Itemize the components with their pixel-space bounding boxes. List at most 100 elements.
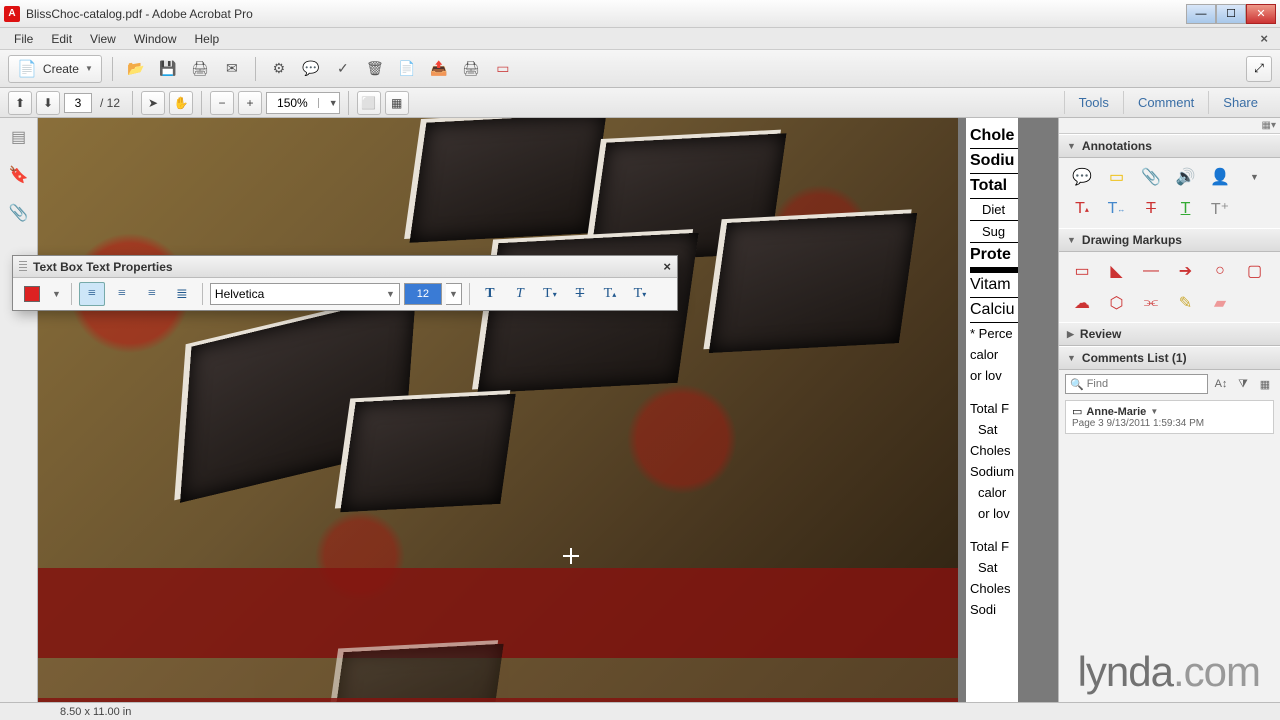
page-down-button[interactable]: ⬇ (36, 91, 60, 115)
nutrition-footnote: or lov (970, 503, 1018, 524)
underline-button[interactable]: T▾ (537, 282, 563, 306)
print-button[interactable]: 🖨 (187, 56, 213, 82)
line-tool[interactable]: — (1138, 260, 1164, 282)
annotations-header[interactable]: ▼ Annotations (1059, 134, 1280, 158)
form-button[interactable]: ▭ (490, 56, 516, 82)
align-justify-button[interactable]: ≣ (169, 282, 195, 306)
align-left-button[interactable]: ≡ (79, 282, 105, 306)
sticky-note-tool[interactable]: 💬 (1069, 166, 1095, 188)
page-up-button[interactable]: ⬆ (8, 91, 32, 115)
extract-button[interactable]: 📤 (426, 56, 452, 82)
attachments-panel-icon[interactable]: 📎 (8, 202, 30, 224)
stamp-tool[interactable]: 👤 (1207, 166, 1233, 188)
open-button[interactable]: 📂 (123, 56, 149, 82)
options-button[interactable]: ▦ (1256, 375, 1274, 393)
italic-button[interactable]: T (507, 282, 533, 306)
document-viewport[interactable]: Chole Sodiu Total Diet Sug Prote Vitam C… (38, 118, 1058, 702)
delete-page-button[interactable]: 🗑 (362, 56, 388, 82)
menu-edit[interactable]: Edit (43, 30, 80, 48)
expand-toolbar-button[interactable]: ⤢ (1246, 56, 1272, 82)
textbox-tool[interactable]: ▭ (1069, 260, 1095, 282)
cloud-tool[interactable]: ☁ (1069, 292, 1095, 314)
comment-link[interactable]: Comment (1123, 91, 1208, 114)
subscript-button[interactable]: T▾ (627, 282, 653, 306)
connected-lines-tool[interactable]: ⫘ (1138, 292, 1164, 314)
print-production-button[interactable]: 🖨 (458, 56, 484, 82)
zoom-select[interactable]: 150% ▼ (266, 92, 340, 114)
stamp-dropdown[interactable]: ▼ (1242, 166, 1268, 188)
comments-list-header[interactable]: ▼ Comments List (1) (1059, 346, 1280, 370)
stamp-button[interactable]: ✓ (330, 56, 356, 82)
filter-button[interactable]: ⧩ (1234, 375, 1252, 393)
zoom-in-button[interactable]: + (238, 91, 262, 115)
align-right-button[interactable]: ≡ (139, 282, 165, 306)
superscript-button[interactable]: T▴ (597, 282, 623, 306)
textbox-properties-title: Text Box Text Properties (33, 260, 173, 274)
nutrition-row: Total (970, 174, 1018, 199)
arrow-tool[interactable]: ➔ (1173, 260, 1199, 282)
minimize-button[interactable]: — (1186, 4, 1216, 24)
panel-options[interactable]: ▦▾ (1059, 118, 1280, 134)
share-link[interactable]: Share (1208, 91, 1272, 114)
chevron-down-icon: ▼ (1150, 407, 1158, 416)
replace-text-tool[interactable]: T↔ (1104, 198, 1130, 220)
save-button[interactable]: 💾 (155, 56, 181, 82)
find-input[interactable] (1087, 378, 1203, 390)
textbox-properties-panel[interactable]: Text Box Text Properties × ▼ ≡ ≡ ≡ ≣ Hel… (12, 255, 678, 311)
close-button[interactable]: ✕ (1246, 4, 1276, 24)
highlight-tool[interactable]: ▭ (1104, 166, 1130, 188)
strikethrough-button[interactable]: T (567, 282, 593, 306)
callout-tool[interactable]: ◣ (1104, 260, 1130, 282)
fit-page-button[interactable]: ▦ (385, 91, 409, 115)
oval-tool[interactable]: ○ (1207, 260, 1233, 282)
font-size-input[interactable]: 12 (404, 283, 442, 305)
pencil-tool[interactable]: ✎ (1173, 292, 1199, 314)
nutrition-row: Chole (970, 124, 1018, 149)
eraser-tool[interactable]: ▰ (1207, 292, 1233, 314)
comment-bubble-button[interactable]: 💬 (298, 56, 324, 82)
maximize-button[interactable]: ☐ (1216, 4, 1246, 24)
align-center-button[interactable]: ≡ (109, 282, 135, 306)
strikethrough-tool[interactable]: T (1138, 198, 1164, 220)
panel-menu-icon: ▦▾ (1262, 120, 1276, 131)
text-color-button[interactable] (19, 282, 45, 306)
email-button[interactable]: ✉ (219, 56, 245, 82)
close-icon[interactable]: × (663, 259, 671, 274)
add-note-to-text-tool[interactable]: T⁺ (1207, 198, 1233, 220)
rectangle-tool[interactable]: ▢ (1242, 260, 1268, 282)
sort-button[interactable]: A↕ (1212, 375, 1230, 393)
insert-page-button[interactable]: 📄 (394, 56, 420, 82)
menu-window[interactable]: Window (126, 30, 185, 48)
bookmarks-panel-icon[interactable]: 🔖 (8, 164, 30, 186)
attach-file-tool[interactable]: 📎 (1138, 166, 1164, 188)
hand-tool-button[interactable]: ✋ (169, 91, 193, 115)
page-number-input[interactable] (64, 93, 92, 113)
bold-button[interactable]: T (477, 282, 503, 306)
underline-tool[interactable]: T (1173, 198, 1199, 220)
pages-panel-icon[interactable]: ▤ (8, 126, 30, 148)
find-input-wrapper[interactable]: 🔍 (1065, 374, 1208, 394)
fit-width-button[interactable]: ⬜ (357, 91, 381, 115)
tools-link[interactable]: Tools (1064, 91, 1123, 114)
zoom-out-button[interactable]: − (210, 91, 234, 115)
comment-item[interactable]: ▭ Anne-Marie ▼ Page 3 9/13/2011 1:59:34 … (1065, 400, 1274, 434)
textbox-properties-titlebar[interactable]: Text Box Text Properties × (13, 256, 677, 278)
status-bar: 8.50 x 11.00 in (0, 702, 1280, 720)
insert-text-tool[interactable]: T▴ (1069, 198, 1095, 220)
font-family-select[interactable]: Helvetica ▼ (210, 283, 400, 305)
doc-close-button[interactable]: × (1254, 29, 1274, 48)
page-dimensions: 8.50 x 11.00 in (60, 706, 131, 718)
record-audio-tool[interactable]: 🔊 (1173, 166, 1199, 188)
polygon-tool[interactable]: ⬡ (1104, 292, 1130, 314)
font-size-dropdown[interactable]: ▼ (446, 283, 462, 305)
create-button[interactable]: 📄 Create ▼ (8, 55, 102, 83)
settings-button[interactable]: ⚙ (266, 56, 292, 82)
menu-file[interactable]: File (6, 30, 41, 48)
page-total-label: / 12 (96, 96, 124, 110)
review-header[interactable]: ▶ Review (1059, 322, 1280, 346)
app-icon: A (4, 6, 20, 22)
select-tool-button[interactable]: ➤ (141, 91, 165, 115)
menu-view[interactable]: View (82, 30, 124, 48)
drawing-markups-header[interactable]: ▼ Drawing Markups (1059, 228, 1280, 252)
menu-help[interactable]: Help (187, 30, 228, 48)
